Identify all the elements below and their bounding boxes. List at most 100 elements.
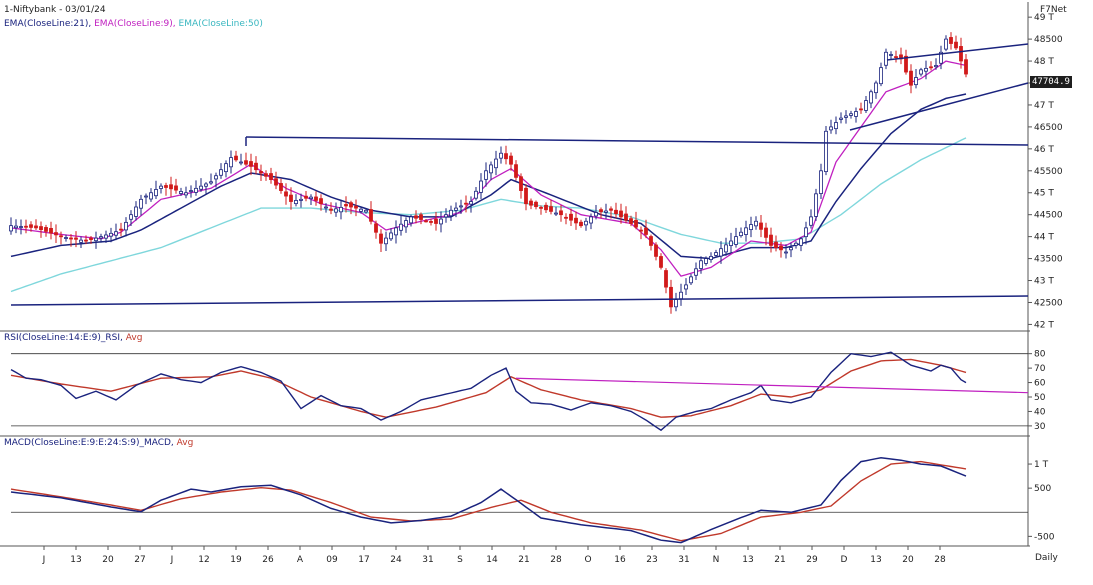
price-y-tick-label: 46500: [1034, 123, 1063, 133]
candle-body: [774, 241, 778, 249]
candle-body: [554, 212, 558, 215]
candle-body: [164, 185, 168, 188]
candle-body: [139, 198, 143, 209]
candle-body: [419, 214, 423, 220]
candle-body: [619, 210, 623, 218]
candle-body: [89, 237, 93, 240]
candle-body: [224, 163, 228, 173]
candle-body: [324, 206, 328, 209]
candle-body: [149, 192, 153, 200]
candle-body: [359, 208, 363, 212]
x-tick-label: 14: [486, 555, 498, 565]
x-tick-label: S: [457, 555, 463, 565]
candle-body: [599, 209, 603, 213]
candle-body: [144, 195, 148, 198]
candle-body: [19, 226, 23, 228]
candle-body: [434, 218, 438, 224]
candle-body: [214, 175, 218, 180]
candle-body: [519, 176, 523, 191]
candle-body: [549, 206, 553, 212]
frequency-label: Daily: [1035, 553, 1058, 563]
macd-y-tick-label: -500: [1034, 532, 1055, 542]
candle-body: [854, 111, 858, 117]
candle-body: [454, 207, 458, 211]
macd-avg-line: [10, 460, 967, 542]
candle-body: [69, 237, 73, 240]
candle-body: [254, 162, 258, 171]
candle-body: [179, 191, 183, 194]
candle-body: [814, 193, 818, 217]
candle-body: [629, 218, 633, 224]
candle-body: [134, 206, 138, 217]
candle-body: [469, 201, 473, 205]
macd-legend: MACD(CloseLine:E:9:E:24:S:9)_MACD, Avg: [4, 438, 193, 448]
candle-body: [219, 169, 223, 176]
candle-body: [184, 192, 188, 196]
candle-body: [849, 113, 853, 116]
candle-body: [684, 284, 688, 290]
candle-body: [634, 219, 638, 228]
candle-body: [819, 170, 823, 194]
candle-body: [414, 215, 418, 219]
candle-body: [704, 258, 708, 264]
candle-body: [424, 220, 428, 223]
candle-body: [669, 286, 673, 308]
candle-body: [394, 227, 398, 236]
candle-body: [104, 234, 108, 239]
candle-body: [964, 59, 968, 75]
legend-entry: EMA(CloseLine:50): [178, 19, 263, 29]
candle-body: [449, 209, 453, 217]
candle-body: [694, 268, 698, 276]
candle-body: [679, 291, 683, 300]
candle-body: [229, 157, 233, 168]
ema50-line: [10, 137, 967, 293]
candle-body: [279, 183, 283, 191]
candle-body: [874, 82, 878, 94]
candle-body: [64, 237, 68, 239]
candle-body: [504, 153, 508, 160]
candle-body: [94, 237, 98, 242]
candle-body: [739, 231, 743, 237]
candle-body: [929, 66, 933, 69]
candle-body: [59, 235, 63, 238]
candle-body: [244, 160, 248, 165]
candle-body: [84, 239, 88, 242]
candle-body: [934, 65, 938, 68]
candle-body: [304, 195, 308, 199]
chart-title: 1-Niftybank - 03/01/24: [4, 5, 106, 15]
candle-body: [804, 227, 808, 238]
legend-entry: MACD(CloseLine:E:9:E:24:S:9)_MACD,: [4, 438, 177, 448]
rsi-y-tick-label: 40: [1034, 407, 1046, 417]
candle-body: [834, 122, 838, 130]
candle-body: [869, 91, 873, 104]
x-tick-label: 28: [550, 555, 562, 565]
candle-body: [959, 46, 963, 62]
last-price-badge: 47704.9: [1030, 76, 1072, 88]
y-axis-labels: 49 T4850048 T4750047 T4650046 T4550045 T…: [1028, 13, 1063, 542]
candle-body: [759, 222, 763, 230]
price-y-tick-label: 44 T: [1034, 233, 1054, 243]
candle-body: [894, 56, 898, 58]
candle-body: [284, 191, 288, 197]
candle-body: [339, 206, 343, 213]
candle-body: [809, 216, 813, 226]
candle-body: [539, 206, 543, 209]
candle-body: [24, 225, 28, 228]
candle-body: [129, 214, 133, 220]
candle-body: [379, 233, 383, 244]
candle-body: [744, 227, 748, 235]
x-tick-label: J: [42, 555, 46, 565]
x-tick-label: D: [841, 555, 848, 565]
candle-body: [544, 204, 548, 211]
candle-body: [709, 255, 713, 261]
resistance-trendline: [245, 136, 1029, 146]
x-tick-label: 16: [614, 555, 626, 565]
macd-y-tick-label: 1 T: [1034, 460, 1049, 470]
candle-body: [764, 227, 768, 238]
legend-entry: Avg: [125, 333, 143, 343]
candle-body: [9, 225, 13, 232]
price-y-tick-label: 45500: [1034, 167, 1063, 177]
candle-body: [259, 171, 263, 174]
candle-body: [884, 51, 888, 66]
x-tick-label: J: [170, 555, 174, 565]
